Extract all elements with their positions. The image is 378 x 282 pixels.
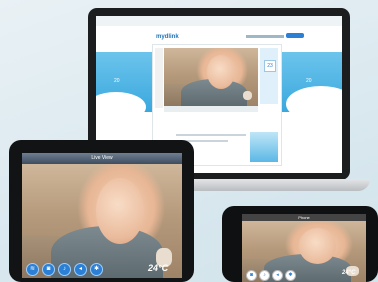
tablet-control-bar: ≋ ◙ ♪ ◂ ✱ xyxy=(26,263,103,276)
promo-widget[interactable] xyxy=(250,132,278,162)
tablet-temperature: 24°C xyxy=(148,263,169,273)
cloud xyxy=(286,86,342,122)
settings-icon[interactable]: ✱ xyxy=(90,263,103,276)
camera-icon[interactable]: ◙ xyxy=(42,263,55,276)
site-logo[interactable]: mydlink xyxy=(156,34,179,40)
phone-screen: Phone ◙ ♪ ◂ ✱ 24°C xyxy=(242,214,366,282)
tablet-screen: Live View ≋ ◙ ♪ ◂ ✱ 24°C xyxy=(22,153,182,278)
tablet-title-bar: Live View xyxy=(22,153,182,164)
right-temp: 20 xyxy=(306,78,312,84)
browser-header xyxy=(96,16,342,26)
camera-icon[interactable]: ◙ xyxy=(246,270,257,281)
video-controls-bar[interactable] xyxy=(164,106,258,112)
header-links[interactable] xyxy=(246,35,284,38)
settings-icon[interactable]: ✱ xyxy=(285,270,296,281)
phone-control-bar: ◙ ♪ ◂ ✱ xyxy=(246,270,296,281)
tablet-live-video[interactable] xyxy=(22,164,182,278)
wifi-icon[interactable]: ≋ xyxy=(26,263,39,276)
text-line xyxy=(176,134,246,136)
microphone-icon[interactable]: ♪ xyxy=(58,263,71,276)
speaker-icon[interactable]: ◂ xyxy=(74,263,87,276)
cloud xyxy=(96,92,146,122)
left-temp: 20 xyxy=(114,78,120,84)
phone-status-bar: Phone xyxy=(242,214,366,221)
speaker-icon[interactable]: ◂ xyxy=(272,270,283,281)
microphone-icon[interactable]: ♪ xyxy=(259,270,270,281)
header-button[interactable] xyxy=(286,33,304,38)
side-widget xyxy=(260,48,278,104)
phone-temperature: 24°C xyxy=(342,270,356,276)
camera-toolbar[interactable] xyxy=(155,48,163,108)
date-card: 23 xyxy=(264,60,276,72)
laptop-live-video[interactable] xyxy=(164,48,258,106)
